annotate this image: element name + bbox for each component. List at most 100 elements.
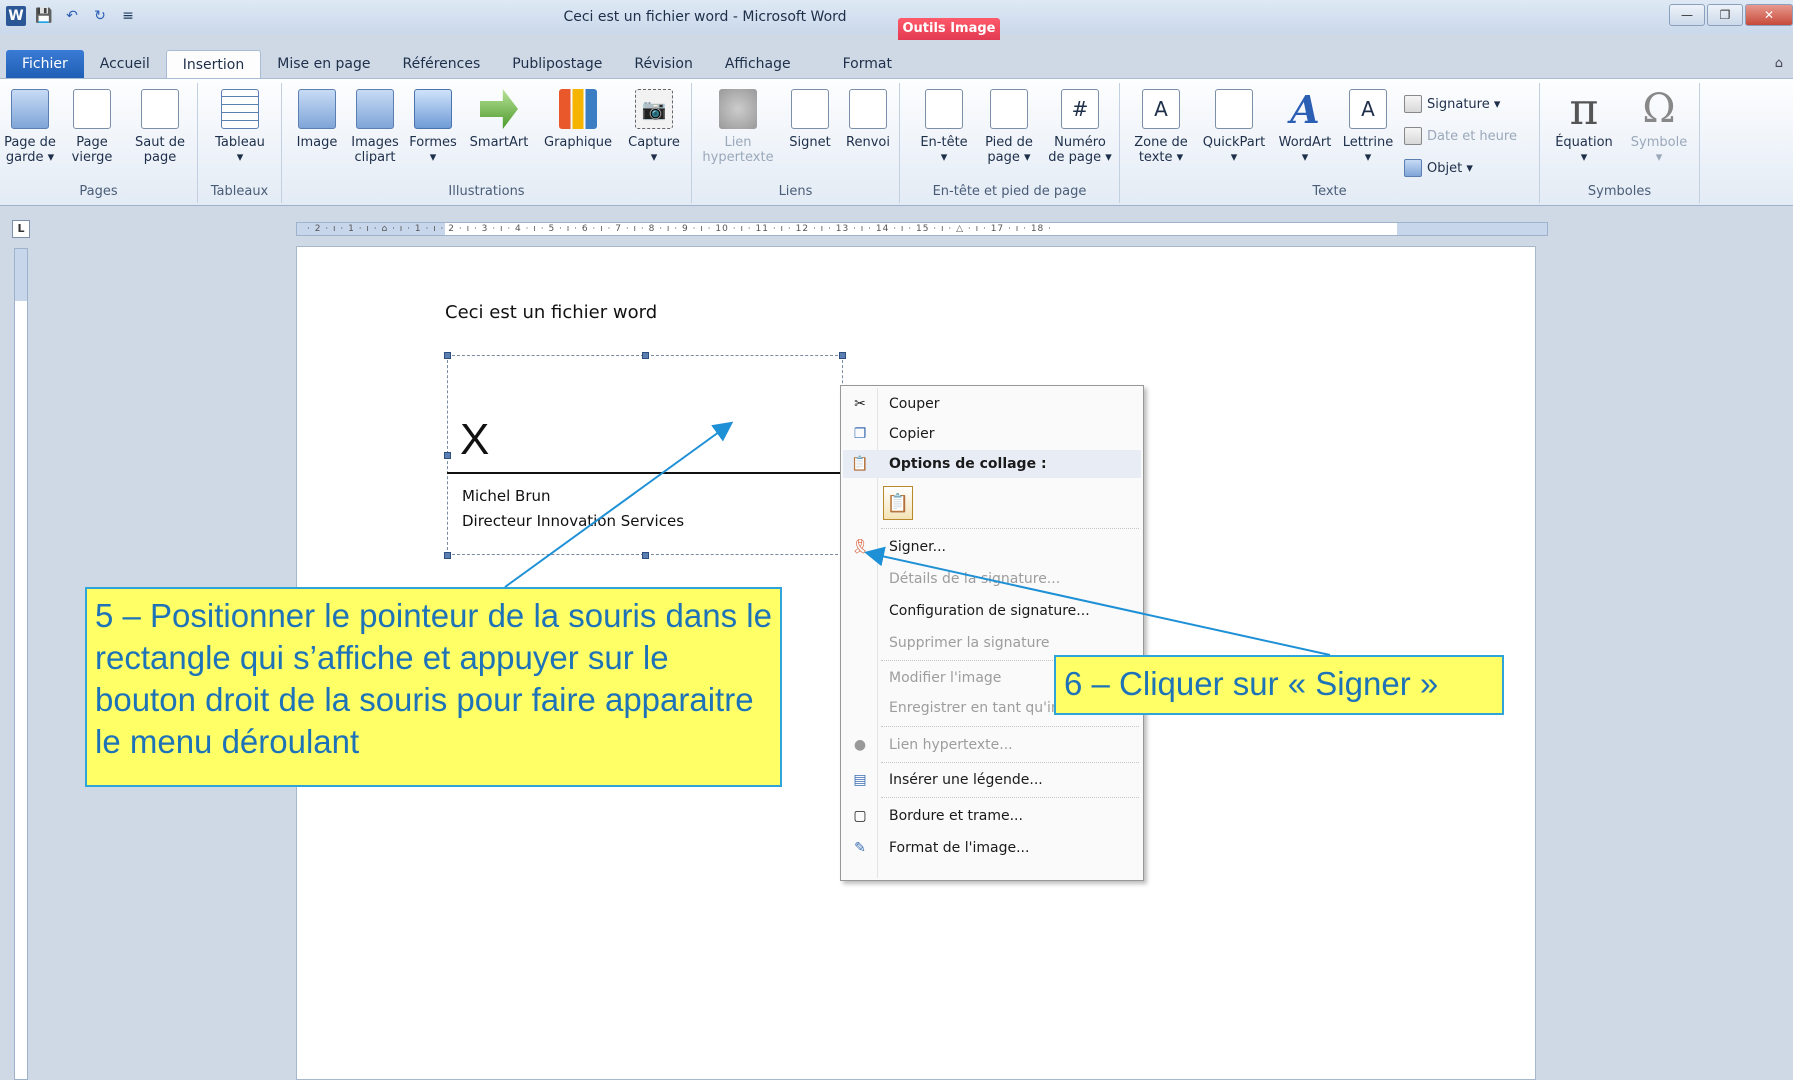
object-icon bbox=[1404, 159, 1422, 177]
hyperlink-icon: ● bbox=[853, 737, 867, 753]
screenshot-button[interactable]: 📷 Capture ▾ bbox=[622, 89, 686, 165]
ruler-right-margin bbox=[1397, 223, 1547, 235]
cover-page-button[interactable]: Page de garde ▾ bbox=[2, 89, 58, 165]
border-icon: ▢ bbox=[853, 808, 867, 824]
resize-handle[interactable] bbox=[642, 552, 649, 559]
group-label-pages: Pages bbox=[79, 184, 118, 199]
menu-item-cut[interactable]: ✂ Couper bbox=[843, 390, 1141, 418]
footer-icon bbox=[990, 89, 1028, 129]
clipart-icon bbox=[356, 89, 394, 129]
drop-cap-icon: A bbox=[1349, 89, 1387, 129]
calendar-icon bbox=[1404, 127, 1422, 145]
signature-x-mark: X bbox=[460, 415, 490, 464]
menu-item-format-picture[interactable]: ✎ Format de l'image... bbox=[843, 834, 1141, 862]
resize-handle[interactable] bbox=[444, 352, 451, 359]
quickpart-button[interactable]: QuickPart ▾ bbox=[1196, 89, 1272, 165]
image-button[interactable]: Image bbox=[292, 89, 342, 150]
hyperlink-globe-icon bbox=[719, 89, 757, 129]
group-label-illustrations: Illustrations bbox=[448, 184, 525, 199]
menu-item-insert-caption[interactable]: ▤ Insérer une légende... bbox=[843, 766, 1141, 794]
cross-reference-button[interactable]: Renvoi bbox=[840, 89, 896, 150]
menu-item-hyperlink[interactable]: ● Lien hypertexte... bbox=[843, 731, 1141, 759]
wordart-button[interactable]: A WordArt ▾ bbox=[1272, 89, 1338, 165]
copy-icon: ❐ bbox=[853, 426, 867, 442]
tab-references[interactable]: Références bbox=[386, 50, 496, 78]
page-number-icon: # bbox=[1061, 89, 1099, 129]
drop-cap-button[interactable]: A Lettrine ▾ bbox=[1338, 89, 1398, 165]
group-header-footer: En-tête ▾ Pied de page ▾ # Numéro de page… bbox=[900, 83, 1120, 203]
document-text[interactable]: Ceci est un fichier word bbox=[445, 302, 657, 323]
resize-handle[interactable] bbox=[839, 352, 846, 359]
chart-button[interactable]: Graphique bbox=[538, 89, 618, 150]
scissors-icon: ✂ bbox=[854, 396, 866, 412]
text-box-button[interactable]: A Zone de texte ▾ bbox=[1128, 89, 1194, 165]
callout-step-5: 5 – Positionner le pointeur de la souris… bbox=[85, 587, 782, 787]
table-button[interactable]: Tableau ▾ bbox=[206, 89, 274, 165]
tab-view[interactable]: Affichage bbox=[709, 50, 807, 78]
signature-line-button[interactable]: Signature ▾ bbox=[1404, 95, 1500, 113]
header-button[interactable]: En-tête ▾ bbox=[914, 89, 974, 165]
group-tables: Tableau ▾ Tableaux bbox=[198, 83, 282, 203]
window-title: Ceci est un fichier word - Microsoft Wor… bbox=[563, 9, 847, 25]
clipart-button[interactable]: Images clipart bbox=[348, 89, 402, 165]
resize-handle[interactable] bbox=[642, 352, 649, 359]
menu-item-copy[interactable]: ❐ Copier bbox=[843, 420, 1141, 448]
bookmark-icon bbox=[791, 89, 829, 129]
page-break-icon bbox=[141, 89, 179, 129]
group-label-tables: Tableaux bbox=[210, 184, 269, 199]
smartart-icon bbox=[480, 89, 518, 129]
pi-icon: π bbox=[1569, 83, 1599, 135]
signer-info: Michel Brun Directeur Innovation Service… bbox=[462, 484, 684, 534]
group-label-text: Texte bbox=[1312, 184, 1347, 199]
text-box-icon: A bbox=[1142, 89, 1180, 129]
tab-page-layout[interactable]: Mise en page bbox=[261, 50, 386, 78]
menu-item-remove-signature[interactable]: Supprimer la signature bbox=[843, 629, 1141, 657]
tab-format[interactable]: Format bbox=[827, 50, 908, 78]
vertical-ruler[interactable] bbox=[14, 248, 28, 1080]
tab-insert[interactable]: Insertion bbox=[165, 50, 262, 78]
header-icon bbox=[925, 89, 963, 129]
menu-item-signature-setup[interactable]: Configuration de signature... bbox=[843, 597, 1141, 625]
table-icon bbox=[221, 89, 259, 129]
date-time-button[interactable]: Date et heure bbox=[1404, 127, 1517, 145]
resize-handle[interactable] bbox=[444, 452, 451, 459]
smartart-button[interactable]: SmartArt bbox=[462, 89, 536, 150]
tab-review[interactable]: Révision bbox=[618, 50, 709, 78]
tab-file[interactable]: Fichier bbox=[6, 50, 84, 78]
group-label-links: Liens bbox=[778, 184, 813, 199]
menu-item-sign[interactable]: 🎗 Signer... bbox=[843, 533, 1141, 561]
page-break-button[interactable]: Saut de page bbox=[130, 89, 190, 165]
paste-keep-source-icon[interactable]: 📋 bbox=[883, 486, 913, 520]
footer-button[interactable]: Pied de page ▾ bbox=[978, 89, 1040, 165]
minimize-ribbon-icon[interactable]: ⌂ bbox=[1775, 56, 1783, 71]
symbol-button[interactable]: Ω Symbole ▾ bbox=[1624, 85, 1694, 166]
menu-item-signature-details[interactable]: Détails de la signature... bbox=[843, 565, 1141, 593]
horizontal-ruler[interactable]: · 2 · ı · 1 · ı · ⌂ · ı · 1 · ı · 2 · ı … bbox=[296, 222, 1548, 236]
hyperlink-button[interactable]: Lien hypertexte bbox=[700, 89, 776, 165]
page-number-button[interactable]: # Numéro de page ▾ bbox=[1044, 89, 1116, 165]
format-image-icon: ✎ bbox=[854, 840, 866, 856]
equation-button[interactable]: π Équation ▾ bbox=[1548, 83, 1620, 165]
shapes-button[interactable]: Formes ▾ bbox=[406, 89, 460, 165]
menu-separator bbox=[881, 726, 1139, 727]
tab-selector[interactable]: L bbox=[12, 220, 30, 238]
bookmark-button[interactable]: Signet bbox=[782, 89, 838, 150]
omega-icon: Ω bbox=[1642, 85, 1676, 132]
resize-handle[interactable] bbox=[444, 552, 451, 559]
context-menu: ✂ Couper ❐ Copier 📋 Options de collage : 📋 … bbox=[840, 385, 1144, 881]
minimize-button[interactable]: — bbox=[1669, 4, 1705, 26]
close-button[interactable]: ✕ bbox=[1745, 4, 1793, 26]
cover-page-icon bbox=[11, 89, 49, 129]
signer-name: Michel Brun bbox=[462, 487, 551, 505]
caption-icon: ▤ bbox=[853, 772, 867, 788]
blank-page-button[interactable]: Page vierge bbox=[66, 89, 118, 165]
shapes-icon bbox=[414, 89, 452, 129]
menu-item-borders-shading[interactable]: ▢ Bordure et trame... bbox=[843, 802, 1141, 830]
camera-icon: 📷 bbox=[635, 89, 673, 129]
menu-separator bbox=[881, 528, 1139, 529]
menu-separator bbox=[881, 797, 1139, 798]
tab-mailings[interactable]: Publipostage bbox=[496, 50, 618, 78]
object-button[interactable]: Objet ▾ bbox=[1404, 159, 1473, 177]
maximize-button[interactable]: ❐ bbox=[1707, 4, 1743, 26]
tab-home[interactable]: Accueil bbox=[84, 50, 166, 78]
